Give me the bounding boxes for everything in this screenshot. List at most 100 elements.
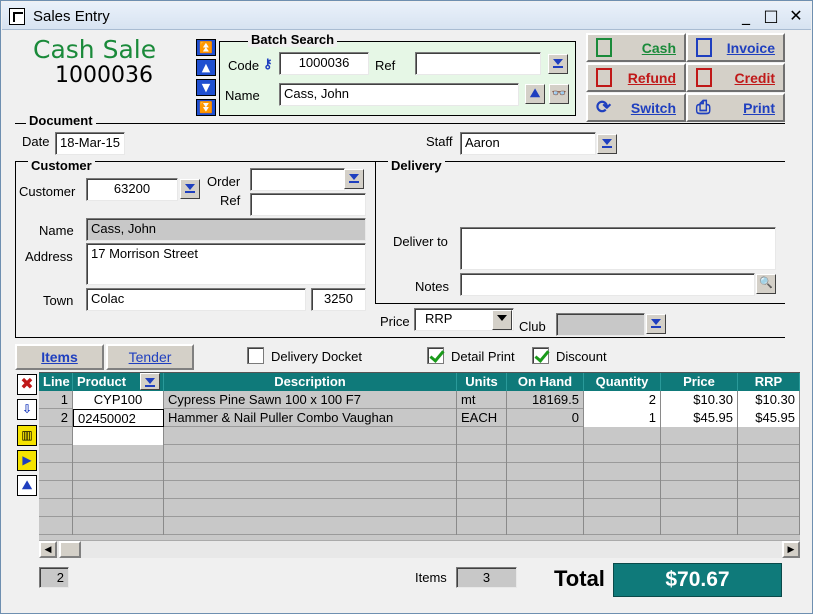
col-on-hand[interactable]: On Hand xyxy=(507,373,584,391)
col-line[interactable]: Line xyxy=(39,373,73,391)
town-field[interactable]: Colac xyxy=(86,288,306,311)
binoculars-icon[interactable]: 👓 xyxy=(549,84,569,104)
customer-ref-field[interactable] xyxy=(250,193,366,216)
club-field[interactable] xyxy=(556,313,645,336)
delivery-docket-checkbox[interactable] xyxy=(247,347,264,364)
refund-button[interactable]: Refund xyxy=(586,63,686,92)
cell-quantity[interactable]: 1 xyxy=(584,409,661,427)
col-price[interactable]: Price xyxy=(661,373,738,391)
customer-dropdown-button[interactable] xyxy=(180,179,200,199)
cell-on-hand: 18169.5 xyxy=(507,391,584,409)
center-divider xyxy=(375,161,376,304)
grid-top-divider xyxy=(15,337,785,338)
delivery-docket-label: Delivery Docket xyxy=(271,349,363,364)
cell-on-hand: 0 xyxy=(507,409,584,427)
credit-button[interactable]: Credit xyxy=(686,63,785,92)
cell-price[interactable]: $10.30 xyxy=(661,391,738,409)
discount-checkbox[interactable] xyxy=(532,347,549,364)
maximize-button[interactable]: □ xyxy=(760,7,782,27)
staff-dropdown-button[interactable] xyxy=(597,134,617,154)
scroll-right-icon[interactable]: ▶ xyxy=(782,541,800,558)
horizontal-scrollbar[interactable]: ◀ ▶ xyxy=(39,540,800,558)
tab-tender[interactable]: Tender xyxy=(106,344,194,370)
key-icon: ⚷ xyxy=(263,56,273,71)
table-row[interactable] xyxy=(39,427,800,445)
detail-print-checkbox[interactable] xyxy=(427,347,444,364)
deliver-to-label: Deliver to xyxy=(393,234,448,249)
col-rrp[interactable]: RRP xyxy=(738,373,800,391)
minimize-button[interactable]: _ xyxy=(735,7,757,27)
address-field[interactable]: 17 Morrison Street xyxy=(86,243,366,285)
club-dropdown-button[interactable] xyxy=(646,314,666,334)
window-title: Sales Entry xyxy=(33,8,110,25)
col-quantity[interactable]: Quantity xyxy=(584,373,661,391)
find-icon[interactable]: ⛰ xyxy=(525,84,545,104)
invoice-button[interactable]: Invoice xyxy=(686,33,785,62)
table-row[interactable]: 1 CYP100 Cypress Pine Sawn 100 x 100 F7 … xyxy=(39,391,800,409)
cash-button[interactable]: Cash xyxy=(586,33,686,62)
items-count: 3 xyxy=(456,567,517,588)
ref-field[interactable] xyxy=(415,52,541,75)
sale-mode-title: Cash Sale xyxy=(33,35,157,64)
notes-search-icon[interactable]: 🔍 xyxy=(756,274,776,294)
cell-quantity[interactable]: 2 xyxy=(584,391,661,409)
tab-items[interactable]: Items xyxy=(15,344,104,370)
date-field[interactable]: 18-Mar-15 xyxy=(55,132,125,155)
barcode-icon[interactable]: ▥ xyxy=(17,425,37,446)
items-label: Items xyxy=(415,570,447,585)
detail-print-label: Detail Print xyxy=(451,349,515,364)
sale-number: 1000036 xyxy=(55,63,153,88)
cell-product[interactable]: 02450002 xyxy=(73,409,164,427)
find-product-icon[interactable]: ⛰ xyxy=(17,475,37,496)
table-row[interactable]: 2 02450002 Hammer & Nail Puller Combo Va… xyxy=(39,409,800,427)
code-field[interactable]: 1000036 xyxy=(279,52,369,75)
table-row xyxy=(39,481,800,499)
insert-row-icon[interactable]: ⇩ xyxy=(17,399,37,420)
cell-price[interactable]: $45.95 xyxy=(661,409,738,427)
line-count: 2 xyxy=(39,567,69,588)
price-dropdown-button[interactable] xyxy=(492,310,512,330)
table-row xyxy=(39,517,800,535)
left-border xyxy=(15,161,16,337)
print-button[interactable]: ⎙ Print xyxy=(686,93,785,122)
cell-product[interactable]: CYP100 xyxy=(73,391,164,409)
switch-button[interactable]: ⟳ Switch xyxy=(586,93,686,122)
col-description[interactable]: Description xyxy=(164,373,457,391)
cell-units: EACH xyxy=(457,409,507,427)
document-divider xyxy=(15,123,785,124)
customer-name-field: Cass, John xyxy=(86,218,366,241)
cell-line: 2 xyxy=(39,409,73,427)
notes-field[interactable] xyxy=(460,273,755,296)
first-record-button[interactable]: ⏫ xyxy=(196,39,216,56)
next-record-button[interactable]: ▼ xyxy=(196,79,216,96)
product-column-dropdown[interactable] xyxy=(140,373,160,390)
close-button[interactable]: ✕ xyxy=(785,7,807,27)
order-dropdown-button[interactable] xyxy=(344,169,364,189)
previous-record-button[interactable]: ▲ xyxy=(196,59,216,76)
credit-icon xyxy=(696,68,712,87)
refund-icon xyxy=(596,68,612,87)
col-units[interactable]: Units xyxy=(457,373,507,391)
last-record-button[interactable]: ⏬ xyxy=(196,99,216,116)
order-field[interactable] xyxy=(250,168,345,191)
scroll-left-icon[interactable]: ◀ xyxy=(39,541,57,558)
staff-field[interactable]: Aaron xyxy=(460,132,596,155)
customer-field[interactable]: 63200 xyxy=(86,178,178,201)
deliver-to-field[interactable] xyxy=(460,227,776,270)
name-field[interactable]: Cass, John xyxy=(279,83,519,106)
customer-ref-label: Ref xyxy=(220,193,241,208)
title-bar: Sales Entry _ □ ✕ xyxy=(2,2,811,30)
discount-label: Discount xyxy=(556,349,607,364)
code-label: Code xyxy=(228,58,260,73)
delete-row-icon[interactable]: ✖ xyxy=(17,374,37,395)
postcode-field[interactable]: 3250 xyxy=(311,288,366,311)
switch-icon: ⟳ xyxy=(596,97,612,117)
total-label: Total xyxy=(554,566,605,591)
customer-label: Customer xyxy=(19,184,76,199)
product-lookup-icon[interactable]: ▶ xyxy=(17,450,37,471)
ref-dropdown-button[interactable] xyxy=(548,54,568,74)
scroll-thumb[interactable] xyxy=(59,541,81,558)
batch-search-title: Batch Search xyxy=(248,32,338,47)
cell-description: Hammer & Nail Puller Combo Vaughan xyxy=(164,409,457,427)
staff-label: Staff xyxy=(426,134,453,149)
